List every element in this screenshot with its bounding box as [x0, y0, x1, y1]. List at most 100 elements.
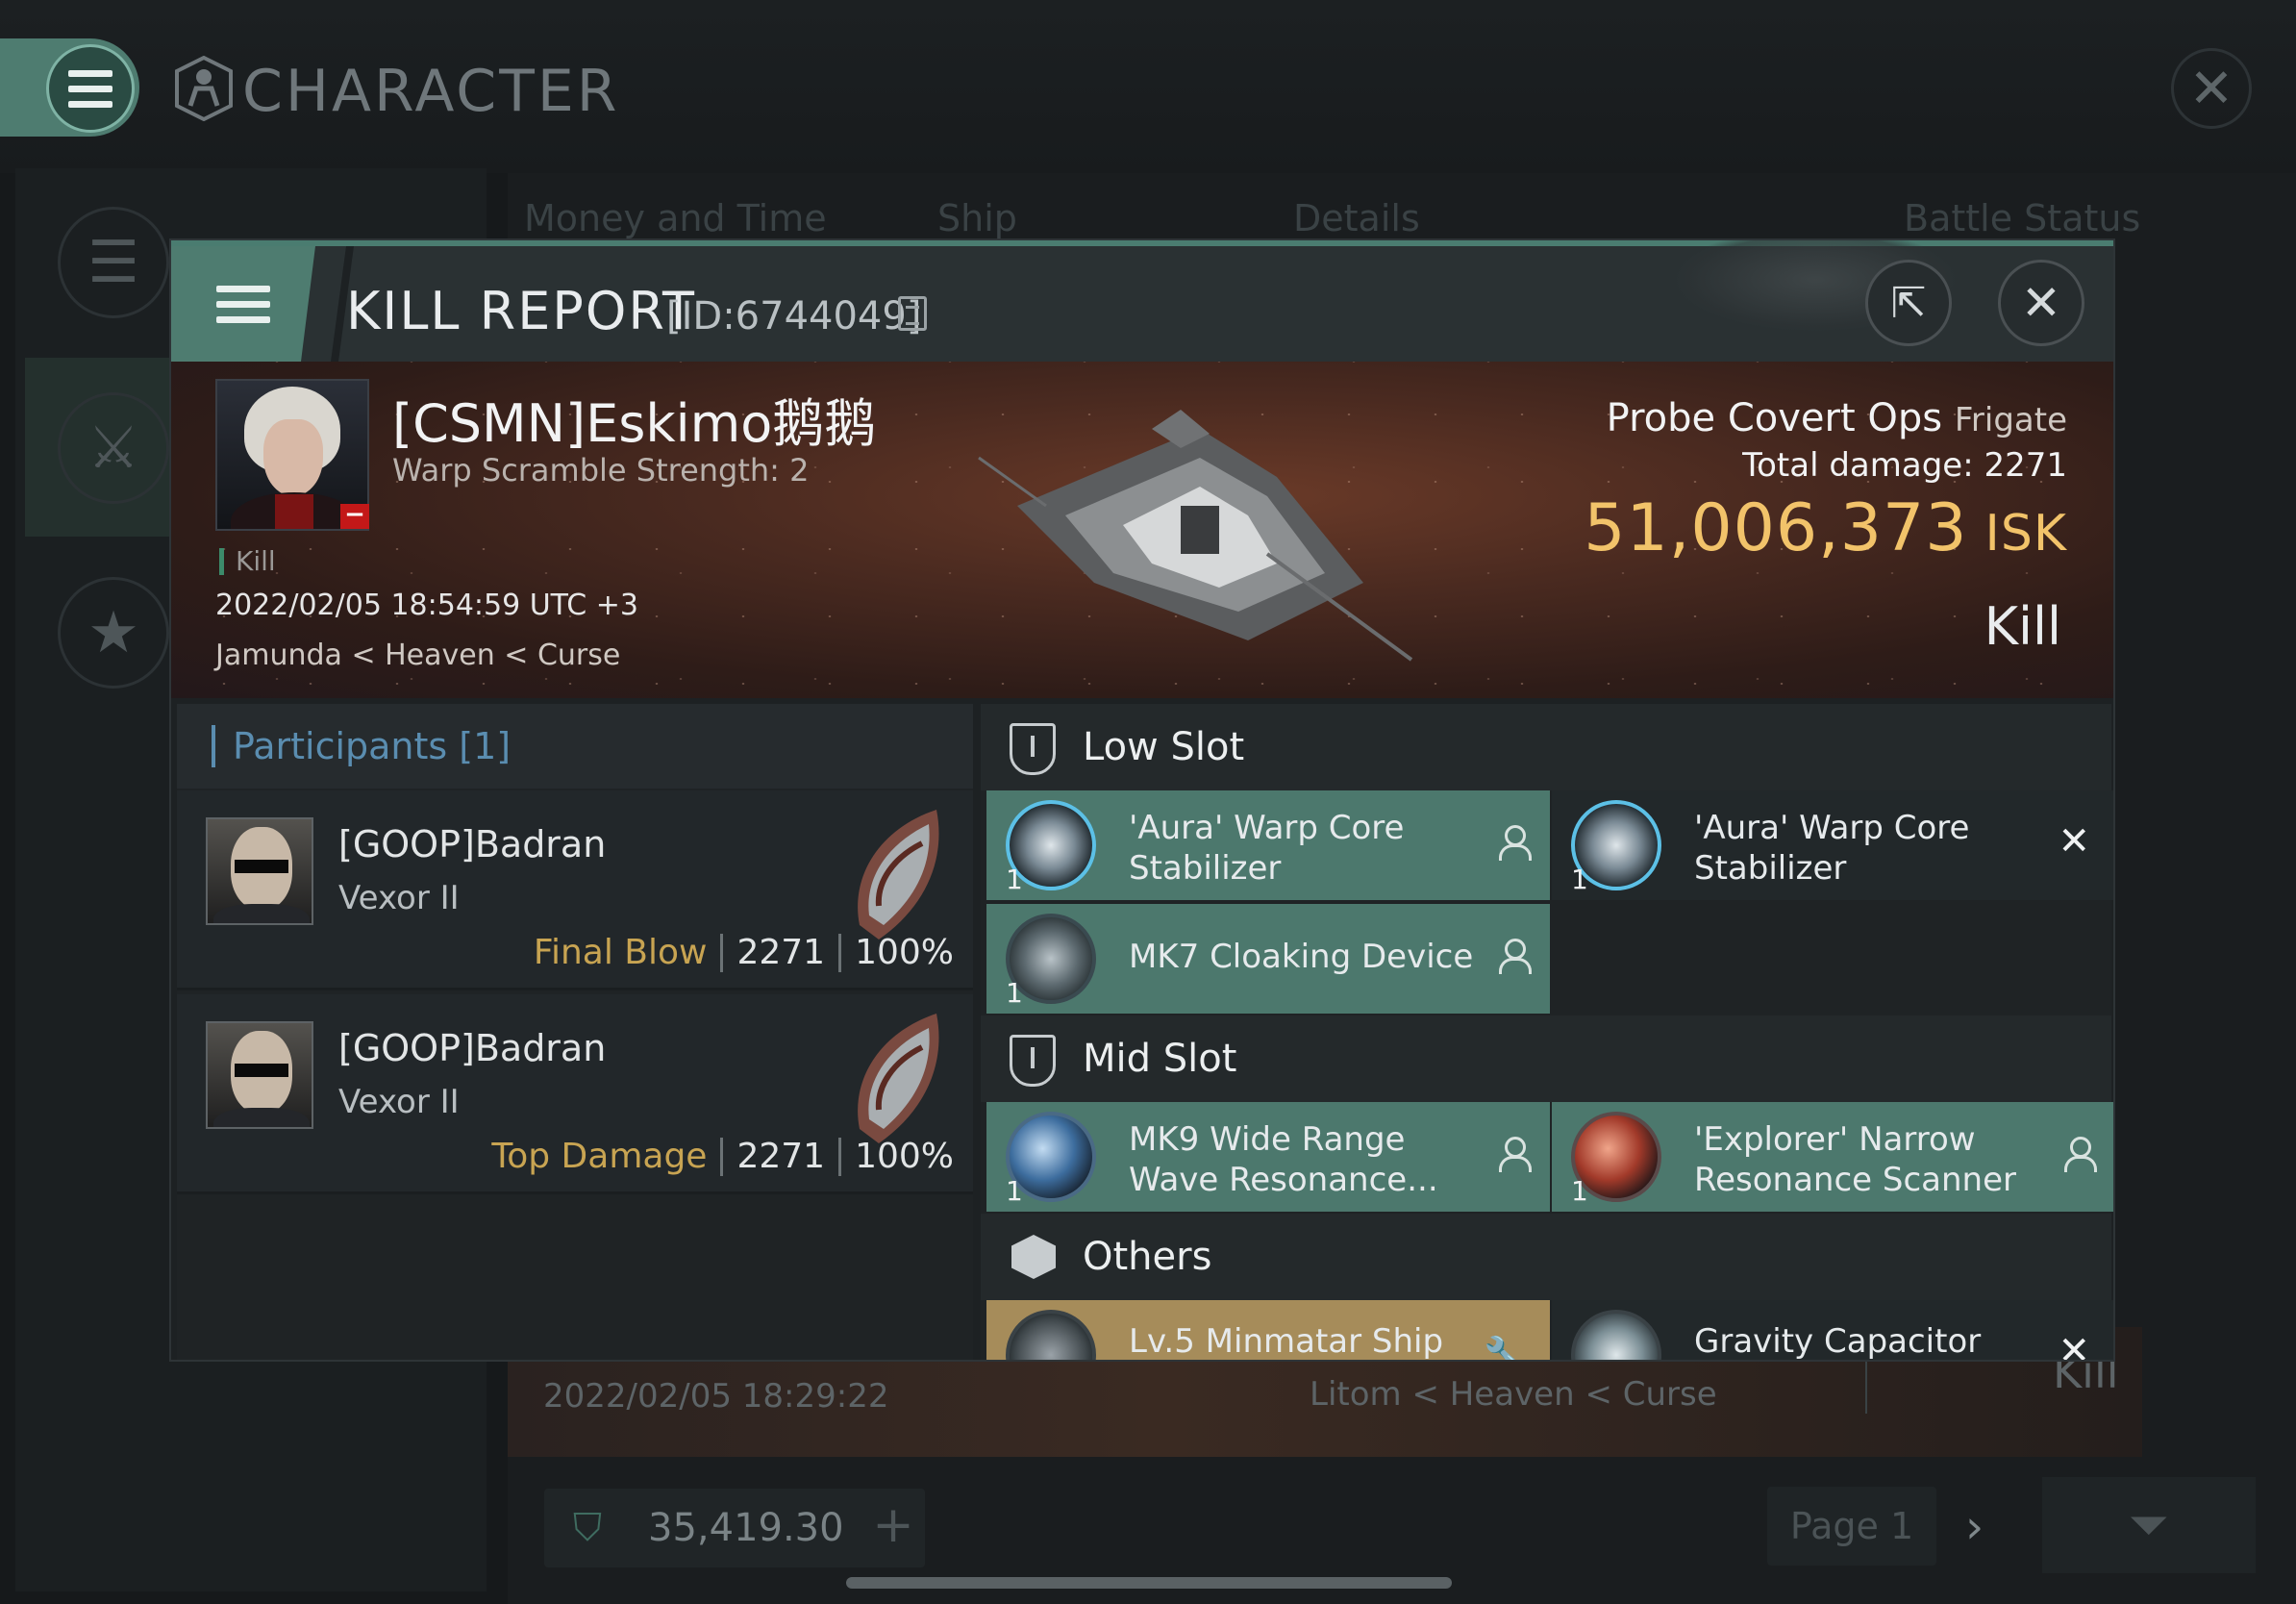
module-item[interactable]: 1 'Aura' Warp Core Stabilizer	[986, 790, 1550, 900]
module-quantity: 1	[1006, 1175, 1023, 1207]
module-item[interactable]: Gravity Capacitor ✕	[1552, 1300, 2113, 1362]
wallet-value: 35,419.30	[648, 1506, 844, 1550]
module-item[interactable]: 1 'Explorer' Narrow Resonance Scanner	[1552, 1102, 2113, 1212]
dropped-person-icon	[1498, 825, 1532, 864]
dropped-person-icon	[2063, 1137, 2097, 1175]
module-name: MK7 Cloaking Device	[1129, 938, 1474, 976]
wallet-bar: ⛉ 35,419.30 +	[544, 1489, 925, 1567]
header-money-time[interactable]: Money and Time	[524, 197, 827, 239]
window-title: CHARACTER	[242, 58, 620, 125]
modal-close-button[interactable]: ✕	[1998, 260, 2084, 346]
low-slot-title: Low Slot	[1083, 725, 1245, 769]
ship-type: Probe Covert Ops	[1606, 396, 1943, 440]
row-divider	[1865, 1356, 1867, 1414]
participant-avatar[interactable]	[206, 1021, 313, 1129]
mid-slot-header: Mid Slot	[981, 1015, 2111, 1102]
module-quantity: 1	[1006, 977, 1023, 1009]
module-item[interactable]: 1 MK7 Cloaking Device	[986, 904, 1550, 1014]
copy-icon[interactable]	[898, 296, 927, 331]
participant-damage: 2271	[736, 1137, 826, 1176]
crossed-swords-icon: ⚔	[87, 414, 139, 482]
module-quantity: 1	[1571, 1175, 1588, 1207]
ship-class: Frigate	[1954, 401, 2067, 439]
destroyed-x-icon: ✕	[2058, 1329, 2090, 1362]
side-combat-button[interactable]: ⚔	[58, 392, 169, 504]
module-name: 'Explorer' Narrow Resonance Scanner	[1694, 1120, 2016, 1199]
fitting-panel: Low Slot 1 'Aura' Warp Core Stabilizer 1…	[981, 704, 2113, 1362]
participant-name: [GOOP]Badran	[338, 1027, 607, 1069]
header-details[interactable]: Details	[1293, 197, 1420, 239]
kill-location: Jamunda < Heaven < Curse	[215, 639, 621, 672]
mid-slot-title: Mid Slot	[1083, 1037, 1237, 1081]
filter-icon: ⏷	[2129, 1495, 2169, 1554]
module-name: Lv.5 Minmatar Ship	[1129, 1322, 1444, 1361]
kill-tag: Kill	[219, 548, 276, 575]
header-battle-status[interactable]: Battle Status	[1904, 197, 2140, 239]
module-name: Gravity Capacitor	[1694, 1322, 1982, 1361]
victim-ship-image[interactable]	[960, 390, 1460, 679]
header-ship[interactable]: Ship	[937, 197, 1017, 239]
participant-percent: 100%	[855, 933, 954, 972]
participants-header: Participants [1]	[177, 704, 973, 789]
participant-role: Top Damage	[491, 1137, 708, 1176]
participant-ship: Vexor II	[338, 1083, 460, 1121]
divider	[838, 933, 842, 972]
external-link-icon: ⇱	[1890, 278, 1927, 328]
low-slot-icon	[1010, 723, 1056, 775]
module-item[interactable]: 1 'Aura' Warp Core Stabilizer ✕	[1552, 790, 2113, 900]
victim-name[interactable]: [CSMN]Eskimo鹅鹅	[392, 381, 876, 457]
home-indicator	[846, 1577, 1452, 1589]
star-icon: ★	[87, 599, 139, 666]
participant-stats: Top Damage 2271 100%	[491, 1137, 954, 1176]
share-button[interactable]: ⇱	[1865, 260, 1952, 346]
page-indicator[interactable]: Page 1	[1767, 1487, 1936, 1566]
filter-button[interactable]: ⏷	[2042, 1477, 2256, 1573]
hamburger-icon	[68, 69, 112, 108]
isk-value: 51,006,373 ISK	[1584, 490, 2067, 566]
participants-title: Participants [1]	[212, 725, 511, 767]
row-location: Litom < Heaven < Curse	[1310, 1375, 1717, 1414]
window-close-button[interactable]: ✕	[2171, 48, 2252, 129]
wrench-icon: 🔧	[1484, 1336, 1527, 1362]
participants-panel: Participants [1] [GOOP]Badran Vexor II F…	[177, 704, 973, 1360]
total-damage-label: Total damage:	[1742, 446, 1974, 485]
cube-icon	[1011, 1235, 1056, 1279]
module-item[interactable]: Lv.5 Minmatar Ship 🔧	[986, 1300, 1550, 1362]
total-damage: Total damage: 2271	[1742, 446, 2067, 485]
kill-summary-banner: − [CSMN]Eskimo鹅鹅 Warp Scramble Strength:…	[171, 362, 2113, 698]
gravity-capacitor-icon	[1571, 1310, 1661, 1360]
next-page-chevron-icon[interactable]: ›	[1965, 1500, 1984, 1554]
main-menu-button[interactable]	[46, 44, 135, 133]
module-name: 'Aura' Warp Core Stabilizer	[1129, 809, 1405, 888]
isk-unit: ISK	[1984, 505, 2067, 563]
participant-row[interactable]: [GOOP]Badran Vexor II Final Blow 2271 10…	[177, 790, 973, 990]
participant-ship: Vexor II	[338, 879, 460, 917]
list-icon: ☰	[87, 229, 139, 296]
participant-avatar[interactable]	[206, 817, 313, 925]
participant-name: [GOOP]Badran	[338, 823, 607, 865]
close-icon: ✕	[2021, 275, 2061, 331]
kill-id: [ID:6744049]	[666, 294, 922, 338]
kill-result: Kill	[1984, 596, 2061, 657]
destroyed-x-icon: ✕	[2058, 819, 2090, 864]
divider	[720, 933, 724, 972]
dropped-person-icon	[1498, 1137, 1532, 1175]
low-slot-header: Low Slot	[981, 704, 2111, 790]
participant-stats: Final Blow 2271 100%	[534, 933, 954, 972]
add-funds-button[interactable]: +	[867, 1496, 919, 1556]
victim-ship-name: Probe Covert Ops Frigate	[1607, 396, 2067, 440]
side-list-button[interactable]: ☰	[58, 207, 169, 318]
modal-menu-button[interactable]	[171, 246, 315, 362]
module-item[interactable]: 1 MK9 Wide Range Wave Resonance...	[986, 1102, 1550, 1212]
hamburger-icon	[216, 285, 270, 323]
module-quantity: 1	[1571, 864, 1588, 895]
isk-amount: 51,006,373	[1584, 490, 1968, 566]
side-favorites-button[interactable]: ★	[58, 577, 169, 689]
module-quantity: 1	[1006, 864, 1023, 895]
module-name: MK9 Wide Range Wave Resonance...	[1129, 1120, 1438, 1199]
close-icon: ✕	[2188, 57, 2234, 120]
participant-percent: 100%	[855, 1137, 954, 1176]
participant-ship-image	[858, 810, 939, 940]
participant-row[interactable]: [GOOP]Badran Vexor II Top Damage 2271 10…	[177, 994, 973, 1194]
divider	[720, 1137, 724, 1176]
